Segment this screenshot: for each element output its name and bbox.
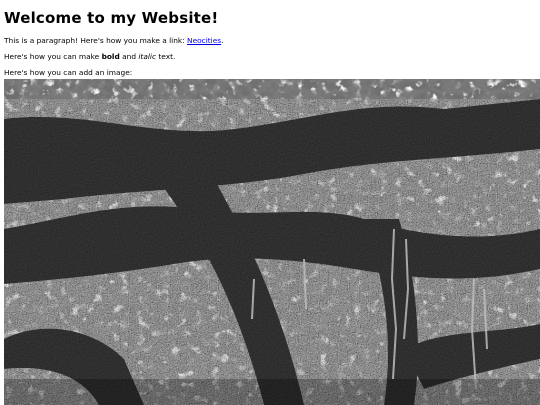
formatting-paragraph: Here's how you can make bold and italic … [4, 52, 536, 62]
intro-text: This is a paragraph! Here's how you make… [4, 36, 188, 45]
page-content: Welcome to my Website! This is a paragra… [0, 0, 540, 78]
intro-paragraph: This is a paragraph! Here's how you make… [4, 36, 536, 46]
image-intro-paragraph: Here's how you can add an image: [4, 68, 133, 77]
page-title: Welcome to my Website! [4, 9, 219, 27]
italic-word: italic [138, 52, 157, 61]
intro-period: . [221, 36, 224, 45]
formatting-prefix: Here's how you can make [4, 52, 102, 61]
formatting-suffix: text. [156, 52, 176, 61]
neocities-link[interactable]: Neocities [187, 36, 221, 45]
tree-photo-drawing [4, 79, 540, 405]
formatting-middle: and [119, 52, 139, 61]
tree-photo [4, 79, 540, 405]
bold-word: bold [101, 52, 120, 61]
